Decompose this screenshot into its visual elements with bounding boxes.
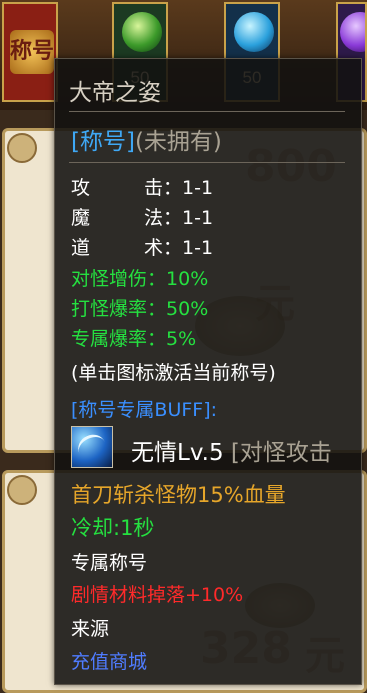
stat-value: 50% bbox=[166, 298, 209, 320]
title-tooltip: 大帝之姿 [称号](未拥有) 攻 击：1-1 魔 法：1-1 道 术：1-1 对… bbox=[54, 58, 362, 685]
stat-magic: 魔 法：1-1 bbox=[71, 203, 213, 230]
skill-name: 无情Lv.5 bbox=[131, 440, 224, 466]
skill-desc: [对怪攻击 bbox=[230, 440, 332, 466]
corner-ornament-icon bbox=[7, 133, 37, 163]
green-orb-icon bbox=[122, 12, 162, 52]
stat-drop-rate: 打怪爆率：50% bbox=[71, 298, 209, 320]
rank-status: (未拥有) bbox=[134, 129, 222, 155]
stat-value: 1-1 bbox=[182, 237, 214, 259]
drop-bonus: 剧情材料掉落+10% bbox=[71, 584, 244, 606]
source-label: 来源 bbox=[71, 618, 110, 640]
blue-orb-icon bbox=[234, 12, 274, 52]
stat-label: 打怪爆率 bbox=[71, 298, 148, 320]
stat-monster-damage: 对怪增伤：10% bbox=[71, 268, 209, 290]
slash-skill-icon bbox=[71, 426, 113, 468]
stat-attack: 攻 击：1-1 bbox=[71, 173, 213, 200]
activate-hint: (单击图标激活当前称号) bbox=[71, 362, 276, 384]
rank-tag: [称号] bbox=[71, 129, 135, 155]
stat-exclusive-drop: 专属爆率：5% bbox=[71, 328, 197, 350]
skill-line: 无情Lv.5 [对怪攻击 bbox=[131, 433, 332, 467]
stat-taoism: 道 术：1-1 bbox=[71, 233, 213, 260]
title-item-slot[interactable]: 称号 bbox=[2, 2, 58, 102]
divider bbox=[69, 162, 345, 163]
source-value: 充值商城 bbox=[71, 651, 148, 673]
skill-cooldown: 冷却:1秒 bbox=[71, 516, 155, 540]
tooltip-title: 大帝之姿 bbox=[69, 80, 161, 106]
purple-orb-icon bbox=[340, 12, 365, 52]
stat-value: 1-1 bbox=[182, 177, 214, 199]
stat-value: 10% bbox=[166, 268, 209, 290]
stat-value: 1-1 bbox=[182, 207, 214, 229]
divider bbox=[69, 111, 345, 112]
rank-row: [称号](未拥有) bbox=[71, 122, 222, 156]
exclusive-label: 专属称号 bbox=[71, 552, 148, 574]
title-badge-icon: 称号 bbox=[10, 30, 54, 74]
stat-value: 5% bbox=[166, 328, 197, 350]
stat-label: 专属爆率 bbox=[71, 328, 148, 350]
stat-label: 对怪增伤 bbox=[71, 268, 148, 290]
stat-label: 魔 法 bbox=[71, 207, 163, 229]
corner-ornament-icon bbox=[7, 475, 37, 505]
buff-header: [称号专属BUFF]: bbox=[71, 399, 218, 421]
stat-label: 道 术 bbox=[71, 237, 163, 259]
stat-label: 攻 击 bbox=[71, 177, 163, 199]
skill-effect: 首刀斩杀怪物15%血量 bbox=[71, 483, 286, 507]
